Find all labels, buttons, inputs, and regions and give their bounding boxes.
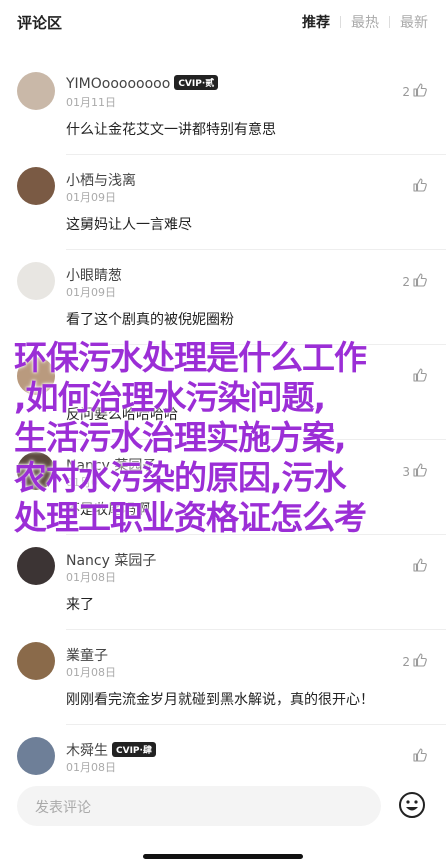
author-name: 業童子 [66, 648, 108, 664]
comment-date: 01月11日 [66, 96, 116, 109]
comment-input-placeholder: 发表评论 [35, 800, 91, 816]
comment-item[interactable]: 小栖与浅离 01月09日这舅妈让人一言难尽 [0, 155, 446, 250]
tab-divider [389, 16, 390, 28]
like-button[interactable] [410, 557, 428, 576]
comment-header: 评论区 推荐 最热 最新 [0, 0, 446, 44]
vip-badge: CVIP·贰 [174, 75, 219, 90]
comment-item[interactable]: 小眼睛葱 01月09日看了这个剧真的被倪妮圈粉 2 [0, 250, 446, 345]
comment-author[interactable]: 木舜生 CVIP·肆 [66, 740, 156, 760]
overlay-line: ,如何治理水污染问题, [14, 378, 326, 417]
comment-date: 01月09日 [66, 286, 116, 299]
comment-date: 01月09日 [66, 191, 116, 204]
sort-tabs: 推荐 最热 最新 [302, 12, 428, 32]
comment-author[interactable]: 小眼睛葱 [66, 265, 122, 285]
like-button[interactable]: 2 [402, 652, 428, 671]
comment-date: 01月08日 [66, 571, 116, 584]
comment-text: 来了 [66, 597, 94, 613]
like-button[interactable] [410, 747, 428, 766]
tab-recommended[interactable]: 推荐 [302, 12, 330, 32]
overlay-line: 生活污水治理实施方案, [14, 418, 347, 457]
thumbs-up-icon [410, 557, 428, 576]
thumbs-up-icon [410, 272, 428, 291]
overlay-banner-text: 环保污水处理是什么工作 ,如何治理水污染问题, 生活污水治理实施方案, 农村水污… [14, 338, 439, 538]
comment-footer: 发表评论 [0, 780, 446, 868]
like-count: 2 [402, 274, 410, 289]
comment-date: 01月08日 [66, 666, 116, 679]
author-name: 小栖与浅离 [66, 173, 136, 189]
author-name: Nancy 菜园子 [66, 553, 157, 569]
comment-item[interactable]: Nancy 菜园子 01月08日 来了 [0, 535, 446, 630]
comment-author[interactable]: 業童子 [66, 645, 108, 665]
author-name: YIMOoooooooo [66, 76, 171, 92]
comment-author[interactable]: Nancy 菜园子 [66, 550, 156, 570]
comment-item[interactable]: YIMOoooooooo CVIP·贰 01月11日什么让金花艾文一讲都特别有意思 2 [0, 60, 446, 155]
like-button[interactable]: 2 [402, 82, 428, 101]
author-name: 小眼睛葱 [66, 268, 122, 284]
author-name: 木舜生 [66, 743, 108, 759]
avatar[interactable] [17, 262, 55, 300]
comment-text: 看了这个剧真的被倪妮圈粉 [66, 312, 234, 328]
comment-date: 01月08日 [66, 761, 116, 774]
avatar[interactable] [17, 72, 55, 110]
avatar[interactable] [17, 737, 55, 775]
comment-author[interactable]: YIMOoooooooo CVIP·贰 [66, 75, 219, 92]
thumbs-up-icon [410, 652, 428, 671]
thumbs-up-icon [410, 747, 428, 766]
comment-item[interactable]: 業童子 01月08日刚刚看完流金岁月就碰到黑水解说，真的很开心！ 2 [0, 630, 446, 725]
tab-hottest[interactable]: 最热 [351, 12, 379, 32]
home-indicator [143, 854, 303, 859]
vip-badge: CVIP·肆 [112, 742, 156, 757]
avatar[interactable] [17, 547, 55, 585]
like-button[interactable]: 2 [402, 272, 428, 291]
comment-author[interactable]: 小栖与浅离 [66, 170, 136, 190]
comment-input[interactable]: 发表评论 [17, 786, 381, 826]
tab-divider [340, 16, 341, 28]
thumbs-up-icon [410, 177, 428, 196]
avatar[interactable] [17, 642, 55, 680]
overlay-line: 处理工职业资格证怎么考 [14, 498, 367, 537]
comment-text: 什么让金花艾文一讲都特别有意思 [66, 122, 276, 138]
avatar[interactable] [17, 167, 55, 205]
like-count: 2 [402, 654, 410, 669]
emoji-icon[interactable] [398, 791, 426, 819]
overlay-line: 农村水污染的原因,污水 [14, 458, 347, 497]
comment-text: 刚刚看完流金岁月就碰到黑水解说，真的很开心！ [66, 692, 374, 708]
like-count: 2 [402, 84, 410, 99]
comment-text: 这舅妈让人一言难尽 [66, 217, 192, 233]
like-button[interactable] [410, 177, 428, 196]
tab-newest[interactable]: 最新 [400, 12, 428, 32]
header-title: 评论区 [17, 14, 63, 32]
overlay-line: 环保污水处理是什么工作 [14, 338, 367, 377]
thumbs-up-icon [410, 82, 428, 101]
